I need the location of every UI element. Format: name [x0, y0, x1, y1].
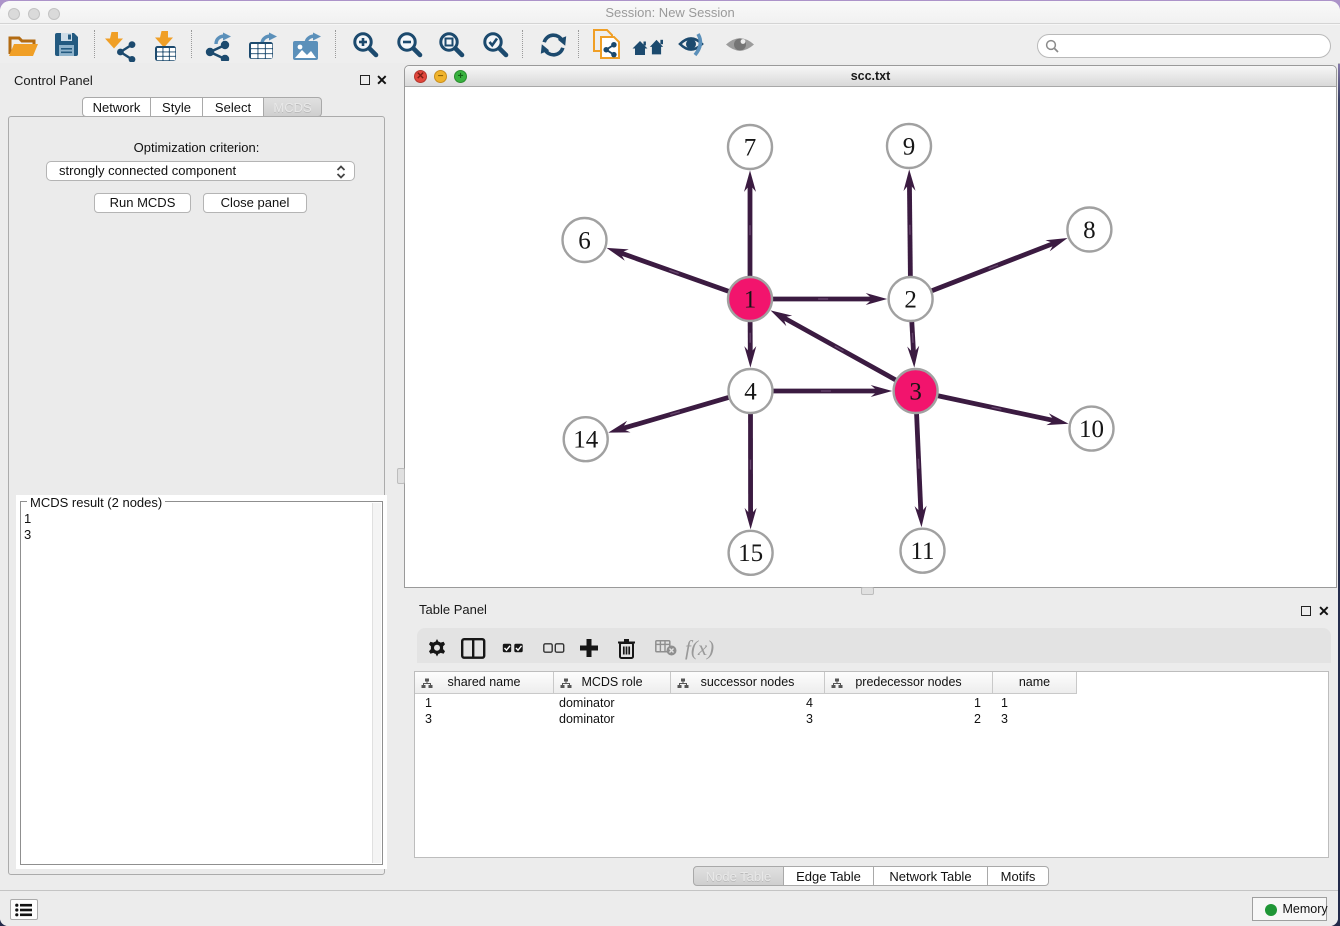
svg-text:2: 2 [904, 286, 917, 313]
svg-text:14: 14 [573, 427, 599, 454]
svg-text:10: 10 [1079, 416, 1104, 443]
svg-text:9: 9 [903, 133, 916, 160]
svg-text:11: 11 [910, 538, 934, 565]
svg-text:8: 8 [1083, 217, 1096, 244]
svg-text:7: 7 [744, 134, 757, 161]
svg-text:3: 3 [909, 378, 922, 405]
svg-text:15: 15 [738, 540, 763, 567]
svg-text:4: 4 [744, 378, 757, 405]
svg-text:6: 6 [578, 227, 591, 254]
svg-text:1: 1 [744, 286, 757, 313]
